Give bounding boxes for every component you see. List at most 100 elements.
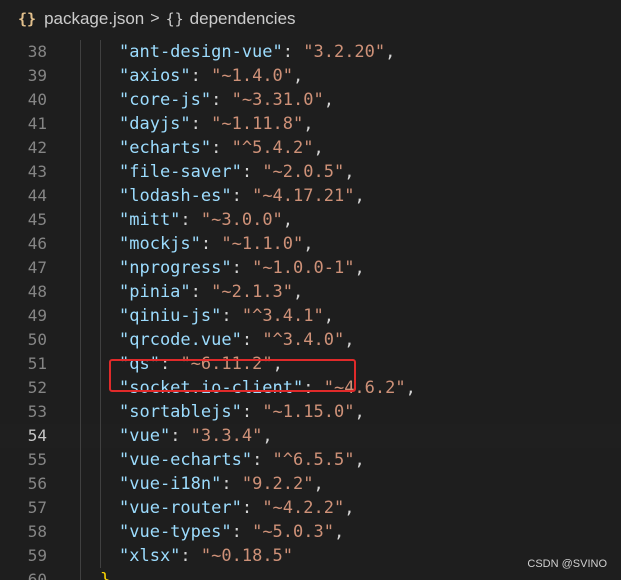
breadcrumb-symbol[interactable]: dependencies [190, 9, 296, 29]
comma: , [313, 474, 324, 494]
comma: , [333, 522, 345, 542]
indent-guide [80, 280, 81, 304]
line-number: 45 [27, 210, 47, 229]
code-line[interactable]: 45 "mitt": "~3.0.0", [0, 208, 621, 232]
code-text: "ant-design-vue": "3.2.20", [119, 40, 395, 64]
code-text: "xlsx": "~0.18.5" [119, 544, 293, 568]
code-line[interactable]: 40 "core-js": "~3.31.0", [0, 88, 621, 112]
comma: , [262, 426, 273, 446]
line-number: 38 [27, 42, 47, 61]
colon-separator: : [221, 474, 242, 494]
code-text: "dayjs": "~1.11.8", [119, 112, 314, 136]
code-line[interactable]: 55 "vue-echarts": "^6.5.5", [0, 448, 621, 472]
indent-guide [100, 88, 101, 112]
indent-guide [80, 88, 81, 112]
indent-guide [100, 376, 101, 400]
json-key: "vue-echarts" [119, 450, 253, 470]
breadcrumb-file[interactable]: package.json [44, 9, 144, 29]
json-key: "pinia" [119, 282, 191, 302]
colon-separator: : [200, 234, 222, 254]
indent-guide [100, 112, 101, 136]
code-line[interactable]: 53 "sortablejs": "~1.15.0", [0, 400, 621, 424]
line-number: 41 [27, 114, 47, 133]
indent-guide [80, 568, 81, 580]
line-number: 59 [27, 546, 47, 565]
code-line[interactable]: 42 "echarts": "^5.4.2", [0, 136, 621, 160]
code-line[interactable]: 39 "axios": "~1.4.0", [0, 64, 621, 88]
json-key: "ant-design-vue" [119, 42, 283, 62]
code-line[interactable]: 41 "dayjs": "~1.11.8", [0, 112, 621, 136]
comma: , [303, 114, 314, 134]
colon-separator: : [241, 402, 263, 422]
code-line[interactable]: 46 "mockjs": "~1.1.0", [0, 232, 621, 256]
comma: , [354, 402, 365, 422]
code-text: "file-saver": "~2.0.5", [119, 160, 354, 184]
json-key: "axios" [119, 66, 191, 86]
colon-separator: : [180, 546, 201, 566]
line-number: 58 [27, 522, 47, 541]
json-value: "~1.11.8" [211, 114, 304, 134]
code-line[interactable]: 54 "vue": "3.3.4", [0, 424, 621, 448]
code-line[interactable]: 44 "lodash-es": "~4.17.21", [0, 184, 621, 208]
line-number: 53 [27, 402, 47, 421]
watermark: CSDN @SVINO [527, 558, 607, 570]
code-text: "vue-router": "~4.2.2", [119, 496, 354, 520]
code-line[interactable]: 57 "vue-router": "~4.2.2", [0, 496, 621, 520]
colon-separator: : [180, 210, 201, 230]
comma: , [303, 234, 314, 254]
code-text: "qrcode.vue": "^3.4.0", [119, 328, 354, 352]
json-value: "~0.18.5" [200, 546, 294, 566]
line-number: 49 [27, 306, 47, 325]
indent-guide [100, 448, 101, 472]
indent-guide [80, 400, 81, 424]
json-value: "9.2.2" [241, 474, 314, 494]
indent-guide [80, 520, 81, 544]
colon-separator: : [241, 330, 263, 350]
json-value: "~3.0.0" [200, 210, 283, 230]
indent-guide [100, 40, 101, 64]
indent-guide [100, 472, 101, 496]
comma: , [293, 66, 304, 86]
colon-separator: : [231, 522, 253, 542]
json-value: "~2.1.3" [211, 282, 294, 302]
code-line[interactable]: 56 "vue-i18n": "9.2.2", [0, 472, 621, 496]
comma: , [405, 378, 416, 398]
colon-separator: : [231, 258, 253, 278]
comma: , [293, 282, 304, 302]
code-line[interactable]: 58 "vue-types": "~5.0.3", [0, 520, 621, 544]
line-number: 55 [27, 450, 47, 469]
indent-guide [80, 184, 81, 208]
indent-guide [80, 256, 81, 280]
json-value: "^6.5.5" [272, 450, 355, 470]
json-key: "core-js" [119, 90, 212, 110]
code-text: "core-js": "~3.31.0", [119, 88, 334, 112]
chevron-right-icon: > [150, 10, 160, 27]
code-text: "echarts": "^5.4.2", [119, 136, 324, 160]
comma: , [354, 450, 365, 470]
object-symbol-icon: {} [165, 10, 184, 28]
json-key: "dayjs" [119, 114, 191, 134]
colon-separator: : [221, 306, 242, 326]
code-line[interactable]: 48 "pinia": "~2.1.3", [0, 280, 621, 304]
code-line[interactable]: 38 "ant-design-vue": "3.2.20", [0, 40, 621, 64]
code-line[interactable]: 49 "qiniu-js": "^3.4.1", [0, 304, 621, 328]
code-line[interactable]: 50 "qrcode.vue": "^3.4.0", [0, 328, 621, 352]
code-line[interactable]: 47 "nprogress": "~1.0.0-1", [0, 256, 621, 280]
code-editor[interactable]: 38 "ant-design-vue": "3.2.20", 39 "axios": … [0, 38, 621, 580]
code-text: "vue-types": "~5.0.3", [119, 520, 344, 544]
indent-guide [80, 304, 81, 328]
comma: , [313, 138, 324, 158]
indent-guide [80, 424, 81, 448]
json-value: "3.3.4" [190, 426, 263, 446]
code-line[interactable]: 43 "file-saver": "~2.0.5", [0, 160, 621, 184]
indent-guide [100, 208, 101, 232]
line-number: 52 [27, 378, 47, 397]
indent-guide [100, 64, 101, 88]
json-key: "sortablejs" [119, 402, 242, 422]
indent-guide [80, 544, 81, 568]
comma: , [323, 306, 334, 326]
json-key: "mockjs" [119, 234, 201, 254]
line-number: 50 [27, 330, 47, 349]
indent-guide [80, 112, 81, 136]
indent-guide [100, 184, 101, 208]
